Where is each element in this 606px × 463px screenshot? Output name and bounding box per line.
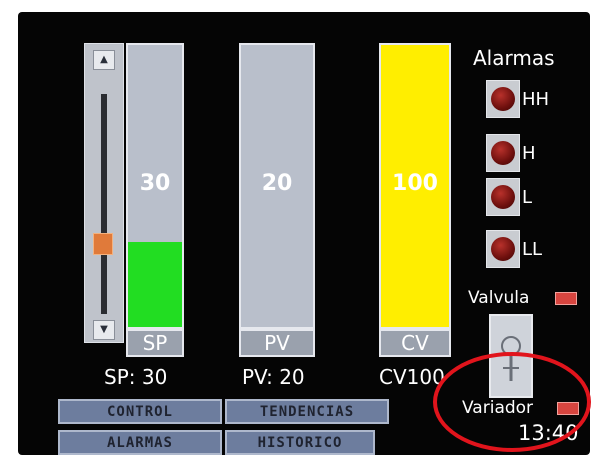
- alarm-hh-label: HH: [522, 88, 550, 110]
- alarm-hh: HH: [486, 80, 549, 118]
- annotation-circle: [433, 352, 591, 452]
- pv-bar-value: 20: [261, 171, 293, 196]
- sp-bar: 30: [126, 43, 184, 329]
- alarm-ll-label: LL: [522, 238, 543, 260]
- alarm-h-label: H: [522, 142, 536, 164]
- setpoint-slider[interactable]: ▲ ▼: [84, 43, 124, 343]
- slider-up-button[interactable]: ▲: [93, 50, 115, 70]
- alarm-lamp-icon: [486, 230, 520, 268]
- lamp-dot: [491, 185, 515, 209]
- sp-bar-value: 30: [139, 171, 171, 196]
- pv-readout: PV: 20: [242, 365, 305, 389]
- slider-down-button[interactable]: ▼: [93, 320, 115, 340]
- alarm-h: H: [486, 134, 536, 172]
- historico-button[interactable]: HISTORICO: [225, 430, 375, 455]
- sp-readout: SP: 30: [104, 365, 168, 389]
- cv-bar-value: 100: [392, 171, 438, 196]
- alarms-title: Alarmas: [473, 46, 555, 70]
- cv-readout: CV100: [379, 365, 445, 389]
- cv-bar-label: CV: [379, 329, 451, 357]
- pv-bar: 20: [239, 43, 315, 329]
- slider-thumb[interactable]: [93, 232, 113, 255]
- sp-bar-fill: [128, 242, 182, 327]
- alarm-lamp-icon: [486, 80, 520, 118]
- alarmas-button[interactable]: ALARMAS: [58, 430, 222, 455]
- cv-bar: 100: [379, 43, 451, 329]
- alarm-lamp-icon: [486, 134, 520, 172]
- valve-label: Valvula: [468, 288, 530, 308]
- sp-bar-label: SP: [126, 329, 184, 357]
- tendencias-button[interactable]: TENDENCIAS: [225, 399, 389, 424]
- slider-rail: [101, 94, 107, 314]
- alarm-l: L: [486, 178, 532, 216]
- alarm-lamp-icon: [486, 178, 520, 216]
- control-button[interactable]: CONTROL: [58, 399, 222, 424]
- lamp-dot: [491, 141, 515, 165]
- pv-bar-label: PV: [239, 329, 315, 357]
- valve-indicator: [555, 292, 577, 305]
- lamp-dot: [491, 237, 515, 261]
- lamp-dot: [491, 87, 515, 111]
- arrow-up-icon: ▲: [100, 54, 108, 65]
- arrow-down-icon: ▼: [100, 324, 108, 335]
- alarm-l-label: L: [522, 186, 533, 208]
- alarm-ll: LL: [486, 230, 542, 268]
